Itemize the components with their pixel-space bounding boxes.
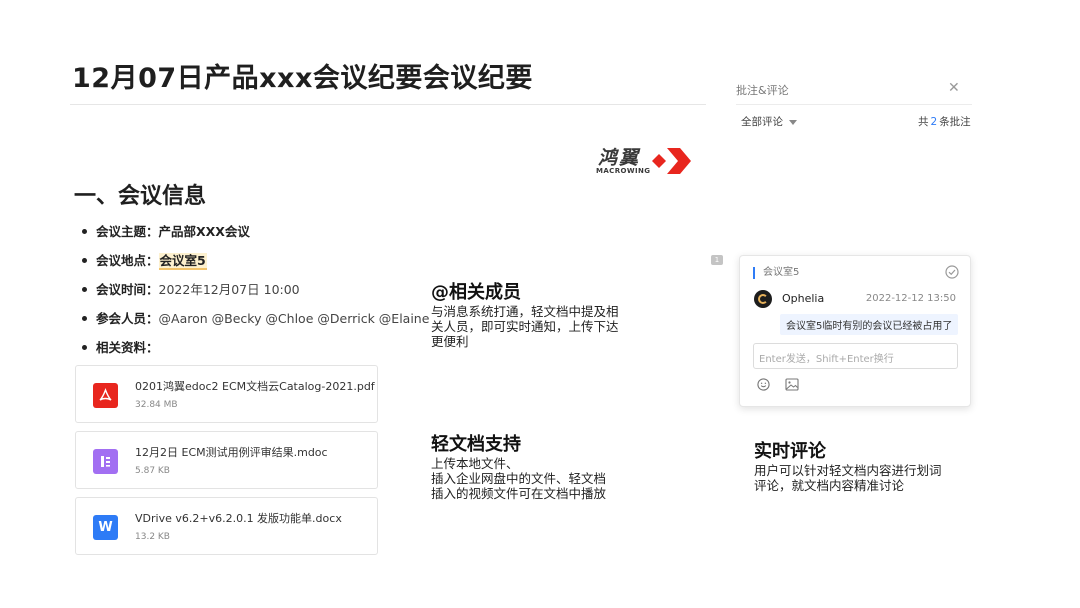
file-size: 32.84 MB bbox=[135, 400, 178, 410]
comment-filter-dropdown[interactable]: 全部评论 bbox=[741, 114, 797, 129]
image-icon[interactable] bbox=[785, 378, 799, 391]
commenter-name: Ophelia bbox=[782, 292, 825, 305]
callout-attachments: 轻文档支持 上传本地文件、 插入企业网盘中的文件、轻文档 插入的视频文件可在文档… bbox=[431, 434, 606, 501]
comment-time: 2022-12-12 13:50 bbox=[865, 293, 956, 304]
file-name: 12月2日 ECM测试用例评审结果.mdoc bbox=[135, 446, 328, 459]
count-number: 2 bbox=[930, 116, 938, 128]
highlighted-comment-text[interactable]: 会议室5 bbox=[158, 253, 207, 270]
info-label: 会议时间： bbox=[96, 282, 159, 297]
info-attendees: 参会人员：@Aaron @Becky @Chloe @Derrick @Elai… bbox=[82, 307, 429, 336]
logo-text-cn: 鸿翼 bbox=[598, 147, 641, 169]
file-card[interactable]: 12月2日 ECM测试用例评审结果.mdoc 5.87 KB bbox=[75, 431, 378, 489]
attendee-mentions[interactable]: @Aaron @Becky @Chloe @Derrick @Elaine bbox=[159, 311, 430, 326]
info-value: 产品部XXX会议 bbox=[158, 224, 250, 239]
info-location: 会议地点：会议室5 bbox=[82, 249, 429, 278]
info-topic: 会议主题：产品部XXX会议 bbox=[82, 220, 429, 249]
meeting-info-list: 会议主题：产品部XXX会议 会议地点：会议室5 会议时间：2022年12月07日… bbox=[82, 220, 429, 365]
pdf-icon bbox=[93, 383, 118, 408]
comment-card: 会议室5 Ophelia 2022-12-12 13:50 会议室5临时有别的会… bbox=[739, 255, 971, 407]
chevron-down-icon bbox=[789, 119, 797, 125]
callout-text: 上传本地文件、 插入企业网盘中的文件、轻文档 插入的视频文件可在文档中播放 bbox=[431, 456, 607, 501]
panel-title: 批注&评论 bbox=[736, 84, 789, 97]
comment-count: 共 2 条批注 bbox=[918, 114, 971, 129]
info-label: 参会人员： bbox=[96, 311, 159, 326]
word-icon: W bbox=[93, 515, 118, 540]
emoji-icon[interactable] bbox=[757, 378, 770, 391]
comment-quote: 会议室5 bbox=[753, 267, 799, 279]
info-value: 2022年12月07日 10:00 bbox=[158, 282, 300, 297]
file-name: 0201鸿翼edoc2 ECM文档云Catalog-2021.pdf bbox=[135, 380, 375, 393]
callout-mention: @相关成员 与消息系统打通，轻文档中提及相 关人员，即可实时通知，上传下达 更便… bbox=[431, 282, 619, 349]
callout-title: @相关成员 bbox=[431, 282, 521, 303]
title-divider bbox=[70, 104, 706, 105]
avatar bbox=[754, 290, 772, 308]
info-label: 相关资料： bbox=[96, 340, 159, 355]
comment-marker-icon[interactable]: 1 bbox=[711, 255, 723, 265]
callout-comments: 实时评论 用户可以针对轻文档内容进行划词 评论，就文档内容精准讨论 bbox=[754, 441, 942, 493]
file-size: 5.87 KB bbox=[135, 466, 170, 476]
document-title: 12月07日产品xxx会议纪要会议纪要 bbox=[72, 63, 533, 94]
panel-divider bbox=[736, 104, 972, 105]
section-heading: 一、会议信息 bbox=[74, 184, 207, 209]
resolve-check-icon[interactable] bbox=[945, 265, 959, 279]
macrowing-logo: 鸿翼 MACROWING bbox=[594, 143, 698, 179]
info-label: 会议主题： bbox=[96, 224, 159, 239]
file-card[interactable]: W VDrive v6.2+v6.2.0.1 发版功能单.docx 13.2 K… bbox=[75, 497, 378, 555]
info-materials: 相关资料： bbox=[82, 336, 429, 365]
comment-input[interactable]: Enter发送，Shift+Enter换行 bbox=[753, 343, 958, 369]
comment-text: 会议室5临时有别的会议已经被占用了 bbox=[780, 314, 959, 335]
callout-text: 与消息系统打通，轻文档中提及相 关人员，即可实时通知，上传下达 更便利 bbox=[431, 304, 619, 349]
count-prefix: 共 bbox=[918, 116, 929, 128]
callout-title: 实时评论 bbox=[754, 441, 826, 462]
info-label: 会议地点： bbox=[96, 253, 159, 268]
logo-text-en: MACROWING bbox=[596, 167, 651, 175]
callout-title: 轻文档支持 bbox=[431, 434, 521, 455]
file-size: 13.2 KB bbox=[135, 532, 170, 542]
file-card[interactable]: 0201鸿翼edoc2 ECM文档云Catalog-2021.pdf 32.84… bbox=[75, 365, 378, 423]
filter-label: 全部评论 bbox=[741, 116, 783, 128]
count-suffix: 条批注 bbox=[939, 116, 971, 128]
mdoc-icon bbox=[93, 449, 118, 474]
info-time: 会议时间：2022年12月07日 10:00 bbox=[82, 278, 429, 307]
callout-text: 用户可以针对轻文档内容进行划词 评论，就文档内容精准讨论 bbox=[754, 463, 942, 493]
file-name: VDrive v6.2+v6.2.0.1 发版功能单.docx bbox=[135, 512, 342, 525]
close-icon[interactable]: ✕ bbox=[948, 80, 960, 96]
logo-mark-icon bbox=[652, 148, 691, 174]
